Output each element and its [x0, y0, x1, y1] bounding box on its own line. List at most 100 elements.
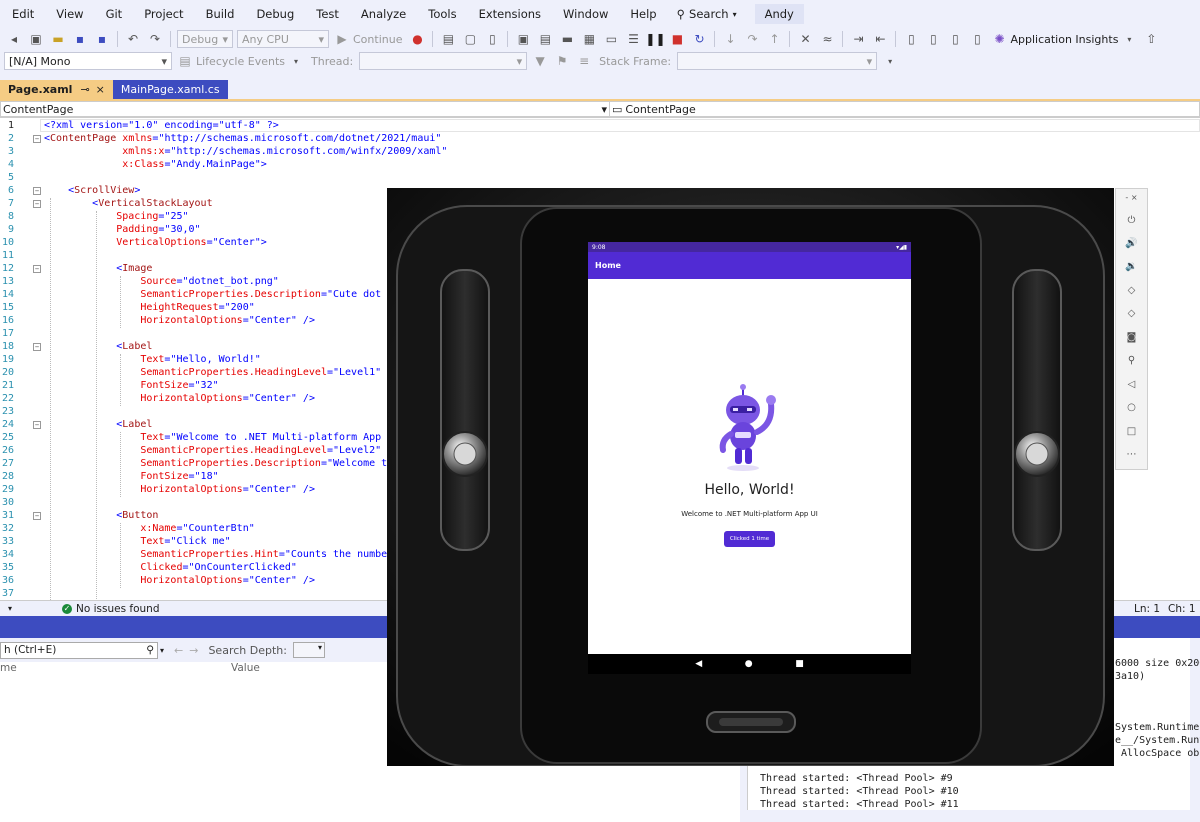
power-icon[interactable]: ⏻ [1116, 215, 1147, 226]
menu-debug[interactable]: Debug [244, 7, 304, 21]
menu-analyze[interactable]: Analyze [349, 7, 416, 21]
code-line[interactable]: 2 − <ContentPage xmlns="http://schemas.mic… [0, 133, 1200, 146]
bookmark-next-icon[interactable]: ▯ [947, 31, 963, 47]
camera-icon[interactable]: ◙ [1116, 332, 1147, 343]
chevron-down-icon[interactable]: ▾ [160, 646, 164, 655]
menu-git[interactable]: Git [94, 7, 133, 21]
monitor-icon[interactable]: ▭ [603, 31, 619, 47]
app-insights-button[interactable]: Application Insights [1010, 33, 1118, 46]
view-icon[interactable]: ▤ [537, 31, 553, 47]
code-line[interactable]: 5 [0, 172, 1200, 185]
stack-frame-dropdown[interactable]: ▾ [677, 52, 878, 70]
thread-dropdown[interactable]: ▾ [359, 52, 528, 70]
menu-test[interactable]: Test [304, 7, 349, 21]
fold-toggle-icon[interactable]: − [33, 200, 41, 208]
menu-edit[interactable]: Edit [0, 7, 44, 21]
menu-view[interactable]: View [44, 7, 93, 21]
menu-extensions[interactable]: Extensions [467, 7, 551, 21]
screenshot-icon[interactable]: ▣ [515, 31, 531, 47]
restart-icon[interactable]: ↻ [691, 31, 707, 47]
zoom-icon[interactable]: ⚲ [1116, 355, 1147, 366]
rotate-left-icon[interactable]: ◇ [1116, 285, 1147, 296]
threads-icon[interactable]: ≈ [819, 31, 835, 47]
pin-icon[interactable]: ⊸ [80, 83, 89, 96]
tab-mainpage-xaml[interactable]: Page.xaml ⊸ × [0, 80, 113, 99]
menu-help[interactable]: Help [618, 7, 666, 21]
chevron-down-icon[interactable]: ▾ [882, 53, 898, 69]
hot-path-icon[interactable]: ✕ [797, 31, 813, 47]
bookmark-prev-icon[interactable]: ▯ [925, 31, 941, 47]
volume-down-icon[interactable]: 🔉 [1116, 261, 1147, 272]
outdent-icon[interactable]: ⇤ [872, 31, 888, 47]
code-line[interactable]: 1 <?xml version="1.0" encoding="utf-8" ?> [0, 120, 1200, 133]
overview-icon[interactable]: □ [1116, 426, 1147, 437]
flag-icon[interactable]: ⚑ [554, 53, 570, 69]
save-icon[interactable]: ▪ [72, 31, 88, 47]
open-folder-icon[interactable]: ▬ [50, 31, 66, 47]
tree-icon[interactable]: ▦ [581, 31, 597, 47]
window-icon[interactable]: ▯ [484, 31, 500, 47]
arrow-right-icon[interactable]: → [189, 644, 198, 657]
continue-button[interactable]: Continue [353, 33, 402, 46]
bookmark-clear-icon[interactable]: ▯ [969, 31, 985, 47]
step-out-icon[interactable]: ↑ [766, 31, 782, 47]
tab-mainpage-xaml-cs[interactable]: MainPage.xaml.cs [112, 80, 228, 99]
home-icon[interactable]: ○ [1116, 402, 1147, 413]
watch-search-input[interactable]: h (Ctrl+E) ⚲ [0, 641, 158, 659]
step-into-icon[interactable]: ↓ [722, 31, 738, 47]
more-icon[interactable]: ⋯ [1116, 449, 1147, 460]
member-dropdown[interactable]: ▭ ContentPage [610, 101, 1200, 117]
filter-icon[interactable]: ▼ [532, 53, 548, 69]
back-icon[interactable]: ◁ [1116, 379, 1147, 390]
fold-toggle-icon[interactable]: − [33, 135, 41, 143]
bookmark-icon[interactable]: ▯ [903, 31, 919, 47]
minimize-icon[interactable]: ‑ × [1116, 193, 1147, 202]
new-project-icon[interactable]: ▣ [28, 31, 44, 47]
platform-dropdown[interactable]: Any CPU ▾ [237, 30, 329, 48]
redo-icon[interactable]: ↷ [147, 31, 163, 47]
fold-toggle-icon[interactable]: − [33, 421, 41, 429]
fold-toggle-icon[interactable]: − [33, 265, 41, 273]
terminal-icon[interactable]: ▬ [559, 31, 575, 47]
back-icon[interactable]: ◀ [695, 659, 702, 669]
threads-toggle-icon[interactable]: ≡ [576, 53, 592, 69]
home-icon[interactable]: ● [745, 659, 753, 669]
lifecycle-events-button[interactable]: Lifecycle Events [196, 55, 285, 68]
name-column-header[interactable]: me [0, 662, 231, 678]
arrow-left-icon[interactable]: ← [174, 644, 183, 657]
search-depth-dropdown[interactable]: ▾ [292, 642, 325, 658]
play-icon[interactable]: ▶ [334, 31, 350, 47]
device-screen[interactable]: 9:08 ▾◢▮ Home Hello, World! Welcome to .… [588, 242, 911, 654]
fold-toggle-icon[interactable]: − [33, 187, 41, 195]
device-icon[interactable]: ▢ [462, 31, 478, 47]
code-line[interactable]: 3 xmlns:x="http://schemas.microsoft.com/… [0, 146, 1200, 159]
step-over-icon[interactable]: ↷ [744, 31, 760, 47]
save-all-icon[interactable]: ▪ [94, 31, 110, 47]
indent-icon[interactable]: ⇥ [850, 31, 866, 47]
pause-icon[interactable]: ❚❚ [645, 31, 665, 47]
overview-icon[interactable]: ■ [795, 659, 804, 669]
volume-up-icon[interactable]: 🔊 [1116, 238, 1147, 249]
share-icon[interactable]: ⇧ [1143, 31, 1159, 47]
rotate-right-icon[interactable]: ◇ [1116, 308, 1147, 319]
search-button[interactable]: ⚲ Search ▾ [667, 7, 747, 21]
issues-status[interactable]: No issues found [76, 603, 160, 615]
value-column-header[interactable]: Value [231, 662, 260, 678]
chevron-down-icon[interactable]: ▾ [1121, 31, 1137, 47]
hot-reload-icon[interactable]: ● [409, 31, 425, 47]
code-line[interactable]: 4 x:Class="Andy.MainPage"> [0, 159, 1200, 172]
list-icon[interactable]: ☰ [625, 31, 641, 47]
fold-toggle-icon[interactable]: − [33, 512, 41, 520]
nav-back-icon[interactable]: ◂ [6, 31, 22, 47]
chevron-down-icon[interactable]: ▾ [288, 53, 304, 69]
zoom-dropdown[interactable]: ▾ [0, 604, 20, 613]
fold-toggle-icon[interactable]: − [33, 343, 41, 351]
menu-build[interactable]: Build [194, 7, 245, 21]
stop-icon[interactable]: ■ [669, 31, 685, 47]
menu-project[interactable]: Project [132, 7, 193, 21]
browser-link-icon[interactable]: ▤ [440, 31, 456, 47]
close-icon[interactable]: × [96, 83, 105, 96]
process-dropdown[interactable]: [N/A] Mono ▾ [4, 52, 172, 70]
menu-window[interactable]: Window [551, 7, 618, 21]
menu-tools[interactable]: Tools [416, 7, 466, 21]
